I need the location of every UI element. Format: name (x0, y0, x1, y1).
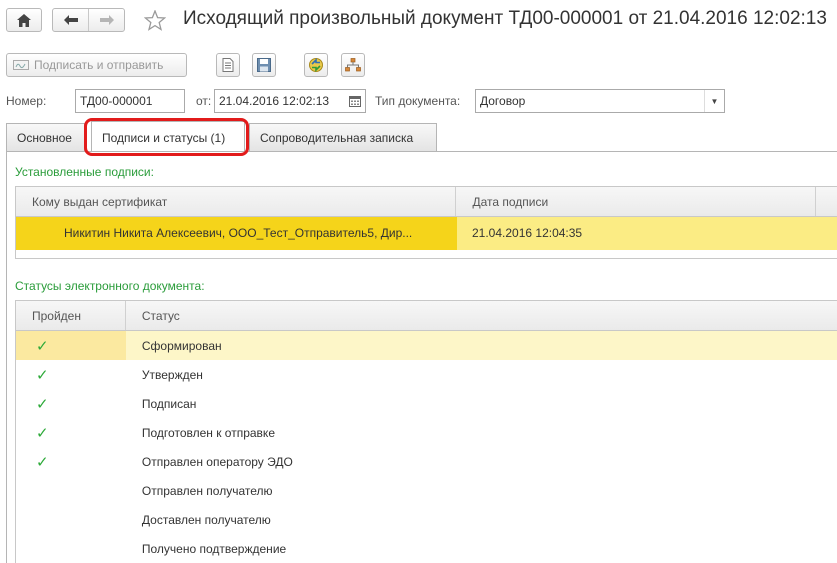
signatures-table: Кому выдан сертификат Дата подписи Никит… (15, 186, 837, 259)
back-button[interactable] (53, 9, 88, 31)
column-header-certificate-holder[interactable]: Кому выдан сертификат (16, 187, 457, 216)
table-row[interactable]: Никитин Никита Алексеевич, ООО_Тест_Отпр… (16, 217, 837, 250)
column-header-sign-date[interactable]: Дата подписи (456, 187, 817, 216)
status-cell: Утвержден (141, 368, 203, 382)
statuses-table: Пройден Статус ✓ Сформирован ✓ Утвержден ✓ По… (15, 300, 837, 563)
dropdown-arrow-icon[interactable]: ▼ (704, 90, 724, 112)
number-label: Номер: (6, 94, 47, 108)
forward-button[interactable] (88, 9, 124, 31)
status-cell: Сформирован (141, 339, 222, 353)
status-cell: Подготовлен к отправке (141, 426, 275, 440)
navigation-buttons (52, 8, 125, 32)
status-cell: Получено подтверждение (141, 542, 287, 556)
status-cell: Отправлен получателю (141, 484, 273, 498)
passed-cell: ✓ (16, 360, 126, 389)
table-row[interactable]: Получено подтверждение (16, 534, 837, 563)
save-button[interactable] (252, 53, 276, 77)
passed-cell (16, 534, 126, 563)
sign-and-send-label: Подписать и отправить (34, 58, 164, 72)
passed-cell: ✓ (16, 331, 126, 360)
document-print-button[interactable] (216, 53, 240, 77)
check-icon: ✓ (36, 338, 49, 355)
passed-cell: ✓ (16, 418, 126, 447)
exchange-button[interactable] (304, 53, 328, 77)
hierarchy-icon (345, 58, 361, 72)
document-structure-button[interactable] (341, 53, 365, 77)
signature-icon (13, 59, 29, 71)
table-row[interactable]: ✓ Подготовлен к отправке (16, 418, 837, 447)
status-rows: ✓ Сформирован ✓ Утвержден ✓ Подписан ✓ Подготов… (16, 331, 837, 563)
document-type-select[interactable]: Договор ▼ (475, 89, 725, 113)
column-header-extra (816, 187, 837, 216)
statuses-section-title: Статусы электронного документа: (15, 279, 205, 293)
home-icon (17, 13, 31, 27)
page-title: Исходящий произвольный документ ТД00-000… (183, 8, 827, 29)
panel-border (6, 151, 7, 563)
signatures-section-title: Установленные подписи: (15, 165, 154, 179)
passed-cell (16, 505, 126, 534)
table-header: Пройден Статус (16, 301, 837, 331)
check-icon: ✓ (36, 454, 49, 471)
date-value: 21.04.2016 12:02:13 (219, 94, 330, 108)
date-label: от: (196, 94, 212, 108)
home-button[interactable] (6, 8, 42, 32)
table-row[interactable]: ✓ Сформирован (16, 331, 837, 360)
highlight-annotation (84, 118, 249, 156)
check-icon: ✓ (36, 367, 49, 384)
tab-cover-note[interactable]: Сопроводительная записка (249, 123, 437, 152)
table-row[interactable]: Отправлен получателю (16, 476, 837, 505)
arrow-left-icon (63, 15, 78, 25)
certificate-holder-cell: Никитин Никита Алексеевич, ООО_Тест_Отпр… (16, 217, 457, 250)
check-icon: ✓ (36, 425, 49, 442)
check-icon: ✓ (36, 396, 49, 413)
passed-cell: ✓ (16, 447, 126, 476)
date-field[interactable]: 21.04.2016 12:02:13 (214, 89, 366, 113)
table-row[interactable]: ✓ Отправлен оператору ЭДО (16, 447, 837, 476)
status-cell: Доставлен получателю (141, 513, 271, 527)
number-field[interactable]: ТД00-000001 (75, 89, 185, 113)
save-icon (257, 58, 271, 72)
table-row[interactable]: ✓ Утвержден (16, 360, 837, 389)
arrow-right-icon (99, 15, 114, 25)
passed-cell: ✓ (16, 389, 126, 418)
status-cell: Отправлен оператору ЭДО (141, 455, 293, 469)
passed-cell (16, 476, 126, 505)
exchange-icon (308, 57, 324, 73)
column-header-passed[interactable]: Пройден (16, 301, 126, 330)
star-icon[interactable] (143, 8, 167, 32)
sign-date-cell: 21.04.2016 12:04:35 (472, 226, 583, 240)
table-row[interactable]: Доставлен получателю (16, 505, 837, 534)
table-row[interactable]: ✓ Подписан (16, 389, 837, 418)
status-cell: Подписан (141, 397, 197, 411)
document-type-label: Тип документа: (375, 94, 461, 108)
table-header: Кому выдан сертификат Дата подписи (16, 187, 837, 217)
calendar-icon[interactable] (347, 93, 363, 109)
sign-and-send-button[interactable]: Подписать и отправить (6, 53, 187, 77)
document-type-value: Договор (480, 94, 526, 108)
tab-main[interactable]: Основное (6, 123, 85, 152)
document-icon (222, 58, 234, 72)
column-header-status[interactable]: Статус (126, 301, 837, 330)
